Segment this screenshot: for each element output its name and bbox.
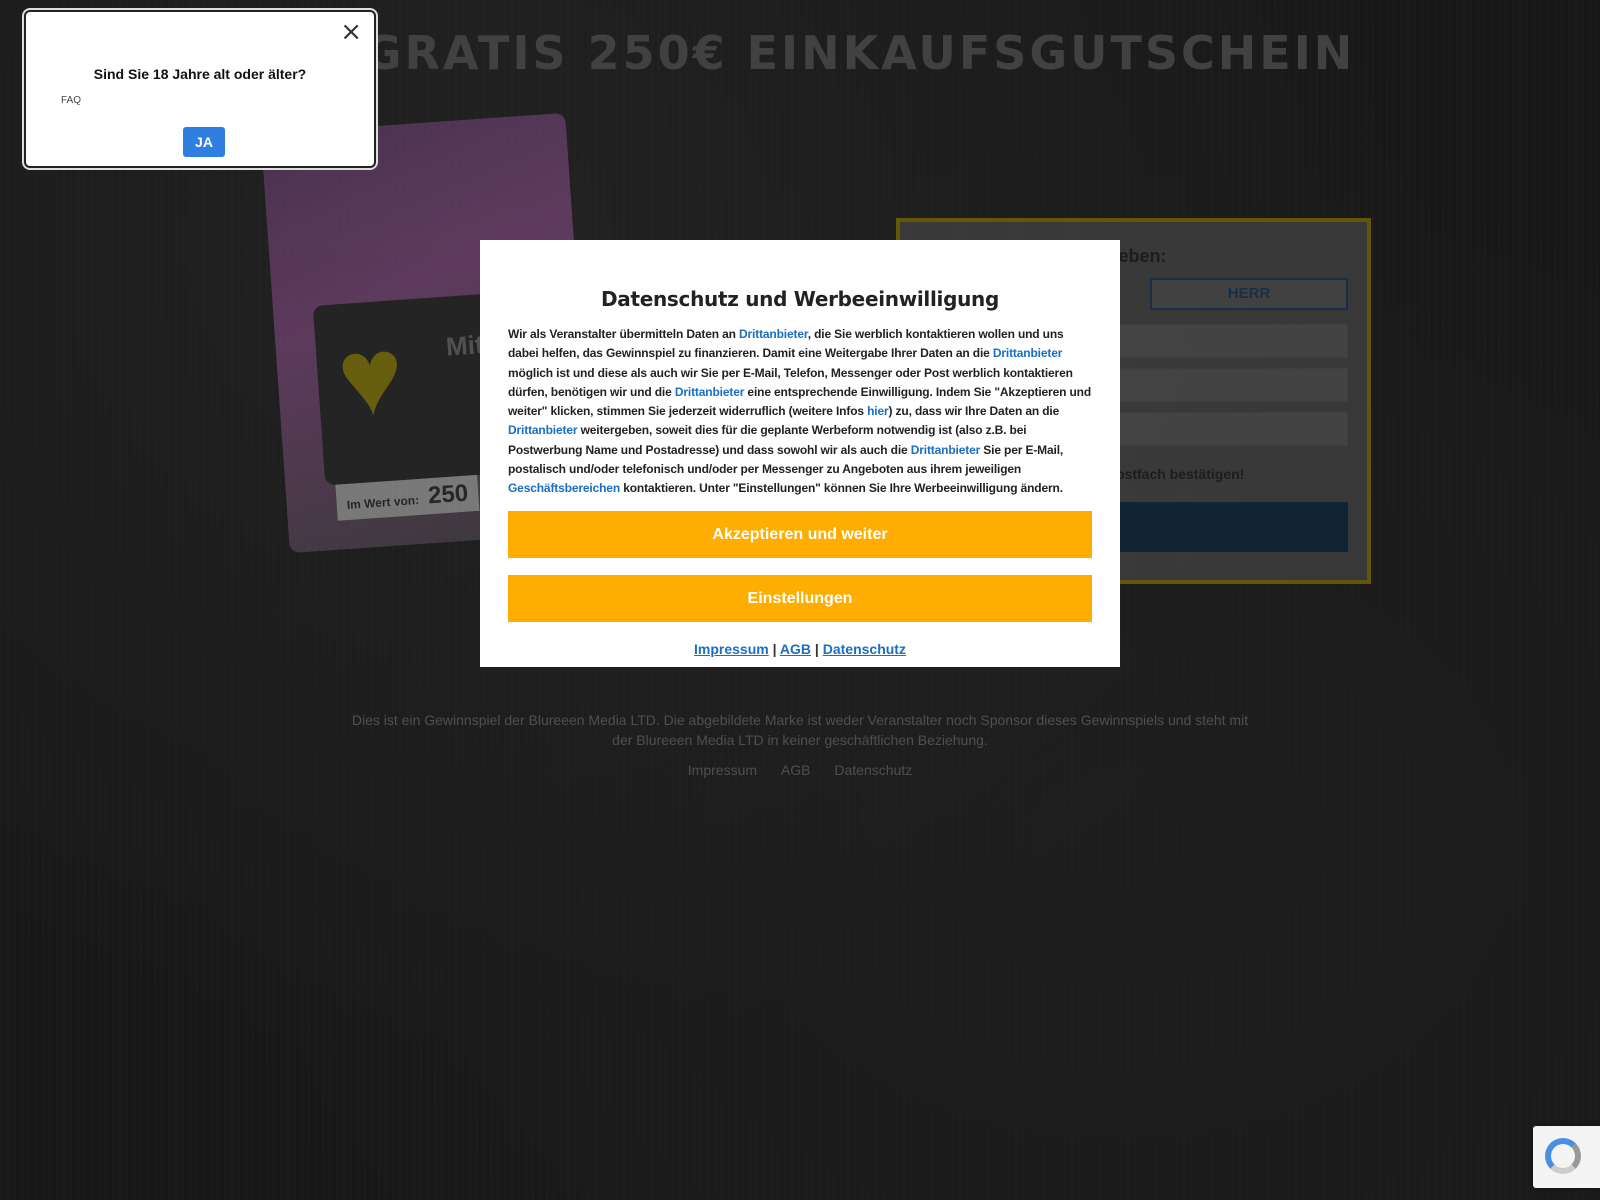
accept-and-continue-button[interactable]: Akzeptieren und weiter xyxy=(508,510,1092,558)
age-question: Sind Sie 18 Jahre alt oder älter? xyxy=(93,66,307,82)
close-icon[interactable]: × xyxy=(340,18,362,46)
consent-text: ) zu, dass wir Ihre Daten an die xyxy=(888,404,1060,419)
geschaeftsbereichen-link[interactable]: Geschäftsbereichen xyxy=(508,481,620,495)
drittanbieter-link[interactable]: Drittanbieter xyxy=(508,423,578,437)
drittanbieter-link[interactable]: Drittanbieter xyxy=(911,443,981,457)
consent-text: kontaktieren. Unter "Einstellungen" könn… xyxy=(620,481,1063,496)
consent-text: Wir als Veranstalter übermitteln Daten a… xyxy=(508,327,739,341)
drittanbieter-link[interactable]: Drittanbieter xyxy=(675,385,745,399)
settings-button[interactable]: Einstellungen xyxy=(508,574,1092,622)
consent-modal-body: Wir als Veranstalter übermitteln Daten a… xyxy=(508,325,1092,499)
consent-modal: Datenschutz und Werbeeinwilligung Wir al… xyxy=(480,240,1120,667)
faq-link[interactable]: FAQ xyxy=(61,95,81,106)
drittanbieter-link[interactable]: Drittanbieter xyxy=(739,327,808,341)
recaptcha-icon xyxy=(1545,1138,1581,1174)
consent-modal-title: Datenschutz und Werbeeinwilligung xyxy=(600,287,1000,311)
modal-link-impressum[interactable]: Impressum xyxy=(694,641,769,657)
drittanbieter-link[interactable]: Drittanbieter xyxy=(993,346,1063,360)
link-separator: | xyxy=(814,640,819,657)
modal-link-agb[interactable]: AGB xyxy=(780,641,811,657)
age-verification-popup: × Sind Sie 18 Jahre alt oder älter? FAQ … xyxy=(24,10,376,168)
more-info-link[interactable]: hier xyxy=(867,404,889,418)
link-separator: | xyxy=(772,640,777,657)
age-yes-button[interactable]: JA xyxy=(183,127,225,157)
consent-modal-links: Impressum | AGB | Datenschutz xyxy=(508,641,1092,657)
recaptcha-badge[interactable] xyxy=(1533,1126,1600,1188)
modal-link-datenschutz[interactable]: Datenschutz xyxy=(823,641,906,657)
